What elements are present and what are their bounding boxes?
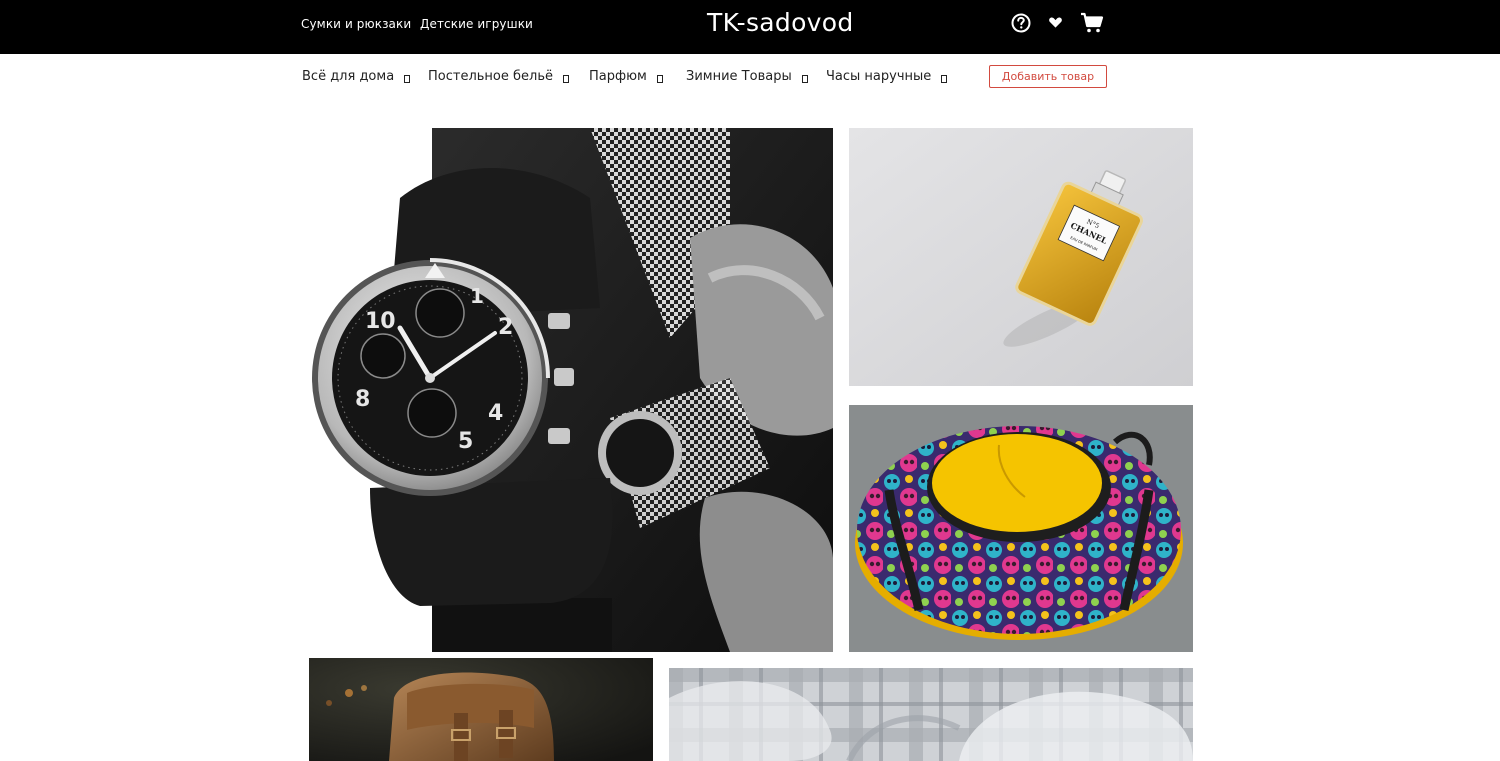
nav-item-home[interactable]: Всё для дома: [302, 69, 411, 84]
watch-numeral: 2: [498, 315, 513, 340]
nav-item-winter[interactable]: Зимние Товары: [686, 69, 808, 84]
watch-numeral: 4: [488, 401, 503, 426]
nav-item-watches[interactable]: Часы наручные: [826, 69, 948, 84]
cart-icon[interactable]: [1080, 12, 1104, 34]
top-header: Сумки и рюкзаки Детские игрушки TK-sadov…: [0, 0, 1500, 54]
bedding-image: [669, 668, 1193, 761]
nav-item-label: Часы наручные: [826, 69, 932, 84]
snow-tube-image: [849, 405, 1193, 652]
heart-icon[interactable]: [1046, 14, 1068, 36]
chevron-down-icon: [563, 75, 569, 83]
watch-numeral: 5: [458, 429, 473, 454]
chevron-down-icon: [404, 75, 411, 83]
watch-numeral: 1: [470, 284, 484, 308]
nav-item-bedding[interactable]: Постельное бельё: [428, 69, 569, 84]
nav-item-label: Всё для дома: [302, 69, 395, 84]
site-logo[interactable]: TK-sadovod: [707, 8, 854, 37]
product-tile-bags[interactable]: [309, 658, 653, 761]
chevron-down-icon: [941, 75, 948, 83]
help-circle-icon[interactable]: [1010, 12, 1032, 34]
backpack-image: [309, 658, 653, 761]
nav-item-label: Постельное бельё: [428, 69, 553, 84]
chevron-down-icon: [656, 75, 663, 83]
product-tile-bedding[interactable]: [669, 668, 1193, 761]
watch-numeral: 8: [355, 387, 370, 412]
chevron-down-icon: [801, 75, 808, 83]
watch-image: 10 2 8 4 5 1: [312, 128, 833, 652]
watch-numeral: 10: [365, 309, 396, 334]
nav-item-perfume[interactable]: Парфюм: [589, 69, 663, 84]
nav-item-label: Зимние Товары: [686, 69, 792, 84]
header-link-toys[interactable]: Детские игрушки: [420, 17, 533, 31]
add-product-button[interactable]: Добавить товар: [989, 65, 1107, 88]
product-tile-perfume[interactable]: N°5 CHANEL EAU DE PARFUM: [849, 128, 1193, 386]
header-link-bags[interactable]: Сумки и рюкзаки: [301, 17, 411, 31]
product-tile-watches[interactable]: 10 2 8 4 5 1: [310, 128, 833, 652]
perfume-image: N°5 CHANEL EAU DE PARFUM: [849, 128, 1193, 386]
product-tile-winter[interactable]: [849, 405, 1193, 652]
nav-item-label: Парфюм: [589, 69, 647, 84]
